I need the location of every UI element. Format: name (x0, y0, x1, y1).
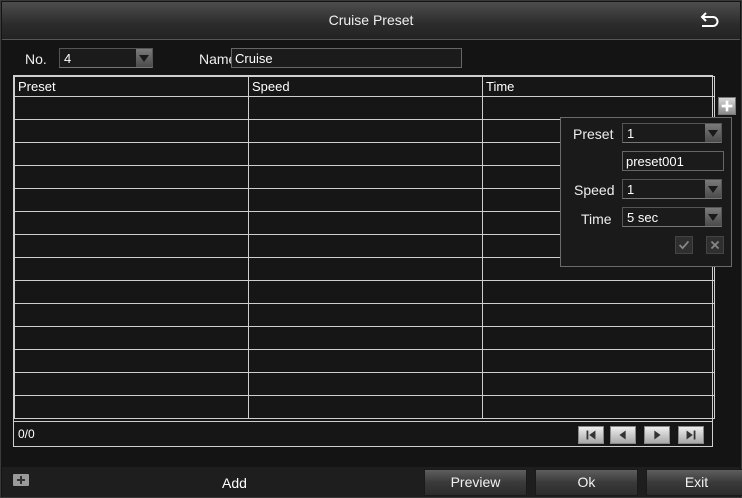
table-cell (248, 119, 483, 143)
table-row[interactable] (14, 280, 715, 304)
bottom-bar: Add Preview Ok Exit (2, 467, 742, 497)
name-input[interactable]: Cruise (231, 48, 462, 68)
column-header-preset: Preset (14, 76, 249, 97)
table-cell (248, 257, 483, 281)
table-cell (248, 303, 483, 327)
no-label: No. (25, 51, 47, 67)
window-title: Cruise Preset (328, 12, 414, 28)
table-cell (482, 372, 715, 396)
speed-select[interactable]: 1 (622, 179, 722, 199)
table-cell (14, 372, 249, 396)
back-arrow-icon (700, 12, 719, 27)
ok-button[interactable]: Ok (535, 469, 638, 496)
table-cell (14, 119, 249, 143)
table-cell (14, 96, 249, 120)
cruise-preset-window: Cruise Preset No. 4 Name Cruise Preset S… (0, 0, 742, 498)
table-row[interactable] (14, 349, 715, 373)
table-cell (14, 142, 249, 166)
close-icon (710, 240, 720, 250)
back-button[interactable] (698, 11, 720, 31)
previous-page-button[interactable] (610, 426, 636, 444)
preview-button[interactable]: Preview (424, 469, 527, 496)
table-cell (248, 372, 483, 396)
table-cell (14, 188, 249, 212)
table-cell (14, 211, 249, 235)
table-cell (248, 395, 483, 419)
last-page-icon (686, 430, 696, 440)
add-icon (13, 474, 29, 486)
next-page-icon (654, 430, 661, 440)
table-cell (14, 395, 249, 419)
time-value: 5 sec (627, 210, 659, 225)
first-page-button[interactable] (578, 426, 604, 444)
table-cell (14, 257, 249, 281)
time-label: Time (581, 211, 612, 227)
table-cell (482, 326, 715, 350)
table-cell (248, 234, 483, 258)
title-bar: Cruise Preset (2, 2, 740, 40)
add-preset-button[interactable] (718, 97, 736, 115)
chevron-down-icon (705, 180, 721, 198)
last-page-button[interactable] (678, 426, 704, 444)
table-cell (14, 165, 249, 189)
table-cell (248, 96, 483, 120)
column-header-speed: Speed (248, 76, 483, 97)
page-count: 0/0 (18, 427, 35, 441)
plus-icon (721, 100, 733, 112)
speed-value: 1 (627, 182, 635, 197)
previous-page-icon (619, 430, 626, 440)
preset-value: 1 (627, 126, 635, 141)
table-row[interactable] (14, 326, 715, 350)
table-row[interactable] (14, 372, 715, 396)
table-row[interactable] (14, 395, 715, 419)
preset-editor-panel: Preset 1 preset001 Speed 1 Time 5 sec (560, 117, 732, 267)
column-header-time: Time (482, 76, 715, 97)
preset-name-input[interactable]: preset001 (622, 151, 724, 171)
table-cell (248, 188, 483, 212)
no-select[interactable]: 4 (59, 48, 153, 68)
next-page-button[interactable] (644, 426, 670, 444)
preset-select[interactable]: 1 (622, 123, 722, 143)
chevron-down-icon (705, 124, 721, 142)
exit-button[interactable]: Exit (646, 469, 742, 496)
time-select[interactable]: 5 sec (622, 207, 722, 227)
preset-label: Preset (573, 126, 614, 142)
cancel-button[interactable] (706, 236, 724, 254)
table-row[interactable] (14, 303, 715, 327)
chevron-down-icon (136, 49, 152, 67)
table-footer: 0/0 (13, 422, 713, 447)
add-button[interactable]: Add (222, 475, 247, 491)
no-value: 4 (64, 51, 72, 66)
table-cell (482, 349, 715, 373)
table-cell (248, 211, 483, 235)
table-cell (248, 326, 483, 350)
table-cell (248, 349, 483, 373)
table-cell (14, 280, 249, 304)
name-value: Cruise (235, 51, 273, 66)
table-header: Preset Speed Time (14, 76, 715, 97)
confirm-button[interactable] (675, 236, 693, 254)
table-cell (14, 303, 249, 327)
table-cell (248, 165, 483, 189)
first-page-icon (586, 430, 596, 440)
table-cell (482, 303, 715, 327)
check-icon (678, 240, 690, 250)
table-cell (14, 326, 249, 350)
speed-label: Speed (574, 182, 615, 198)
chevron-down-icon (705, 208, 721, 226)
table-cell (482, 280, 715, 304)
table-cell (248, 280, 483, 304)
table-cell (14, 349, 249, 373)
table-cell (482, 395, 715, 419)
table-cell (248, 142, 483, 166)
preset-name-value: preset001 (626, 154, 684, 169)
table-cell (14, 234, 249, 258)
